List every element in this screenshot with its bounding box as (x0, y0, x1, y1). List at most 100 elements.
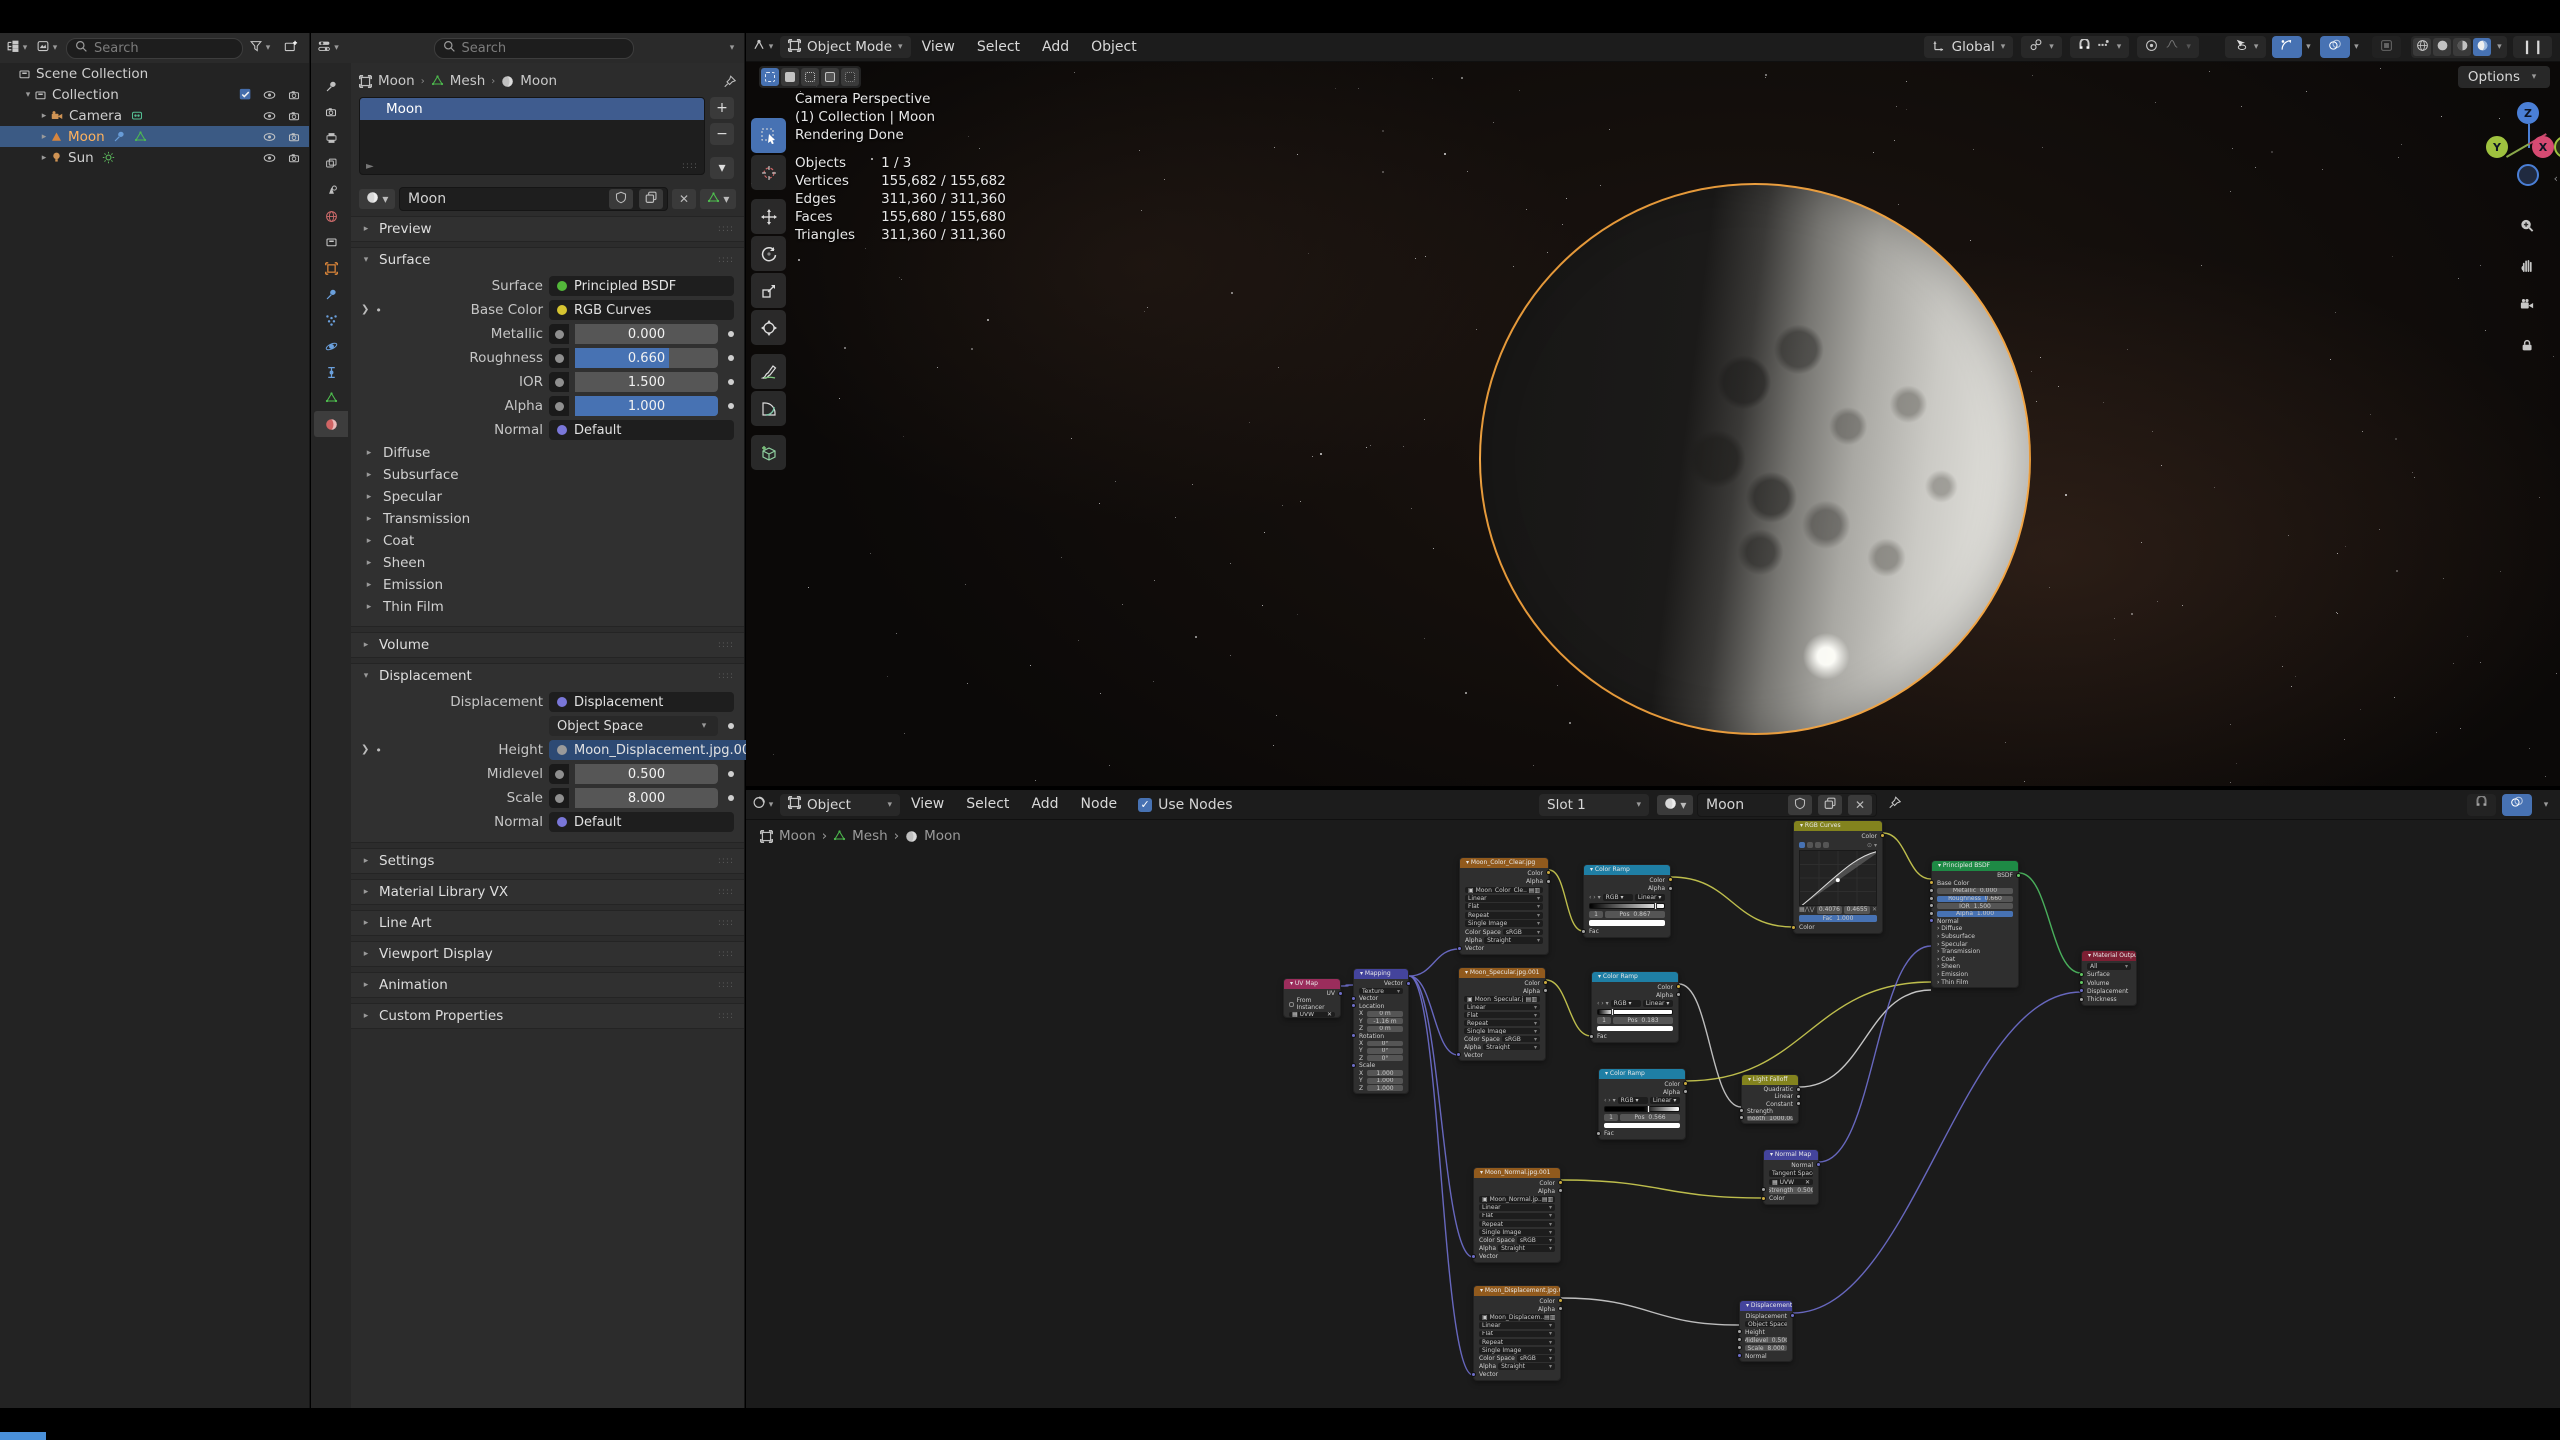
node-value-slider[interactable]: Metallic 0.000 (1937, 887, 2013, 895)
tab-material[interactable] (314, 411, 348, 437)
shader-editor-type-dropdown[interactable]: ▾ (752, 794, 776, 816)
shader-canvas[interactable]: Moon › Mesh › Moon ▾ UV Map UV From Instancer ▦… (746, 820, 2560, 1408)
tool-transform[interactable] (751, 310, 786, 345)
overlays-dropdown[interactable]: ▾ (2350, 42, 2362, 52)
panel-header[interactable]: ▾ Surface:::: (351, 248, 744, 272)
node-value-slider[interactable]: -1.16 m (1367, 1018, 1403, 1025)
viewport-editor-type-dropdown[interactable]: ▾ (752, 36, 776, 58)
node-select[interactable]: Repeat ▾ (1479, 1338, 1555, 1346)
animate-dot[interactable] (728, 795, 734, 801)
property-slider[interactable]: 1.500 (575, 372, 718, 392)
new-collection-button[interactable] (279, 37, 303, 59)
animate-dot[interactable] (728, 379, 734, 385)
colorramp-gradient[interactable] (1589, 902, 1665, 911)
panel-header[interactable]: ▸ Custom Properties:::: (351, 1004, 744, 1028)
tab-particles[interactable] (314, 307, 348, 333)
node-field[interactable]: ▦ UVW ✕ (1769, 1178, 1813, 1186)
colorramp-gradient[interactable] (1597, 1008, 1673, 1016)
panel-grip[interactable]: :::: (718, 949, 734, 959)
colorramp-color-swatch[interactable] (1597, 1025, 1673, 1032)
select-invert-button[interactable] (821, 68, 839, 86)
node-header[interactable]: ▾ Moon_Specular.jpg.001 (1459, 968, 1545, 978)
node-select[interactable]: Repeat ▾ (1465, 911, 1543, 919)
add-slot-button[interactable]: + (710, 97, 734, 119)
breadcrumb-item[interactable]: Moon (520, 73, 557, 89)
properties-search-input[interactable]: Search (433, 37, 634, 59)
node-uv-map[interactable]: ▾ UV Map UV From Instancer ▦ UVW ✕ (1283, 978, 1343, 1018)
shader-menu-node[interactable]: Node (1070, 790, 1129, 819)
panel-grip[interactable]: :::: (718, 255, 734, 265)
node-displacement[interactable]: ▾ DisplacementDisplacementObject Space▾H… (1737, 1300, 1795, 1362)
property-field[interactable]: Displacement (549, 692, 734, 712)
panel-grip[interactable]: :::: (718, 918, 734, 928)
node-color-ramp-3[interactable]: ▾ Color Ramp Color Alpha ‹ › ▾ RGB ▾ Linear ▾… (1596, 1068, 1688, 1140)
property-field[interactable]: Principled BSDF (549, 276, 734, 296)
node-light-falloff[interactable]: ▾ Light Falloff Quadratic Linear Constant St… (1739, 1074, 1801, 1124)
node-image-field[interactable]: ▣ Moon_Normal.jp.. ▤▥ (1479, 1196, 1555, 1203)
node-header[interactable]: ▾ Color Ramp (1592, 972, 1678, 982)
disable-render-toggle[interactable] (287, 110, 301, 122)
node-select[interactable]: Straight ▾ (1483, 1043, 1540, 1051)
tab-scene[interactable] (314, 177, 348, 203)
menu-add[interactable]: Add (1031, 33, 1080, 62)
panel-grip[interactable]: :::: (718, 980, 734, 990)
subpanel-subsurface[interactable]: ▸ Subsurface (361, 464, 734, 486)
node-select[interactable]: sRGB ▾ (1502, 928, 1543, 936)
node-value-slider[interactable]: 1.000 (1367, 1077, 1403, 1084)
options-button[interactable]: Options ▾ (2457, 66, 2550, 88)
node-value-slider[interactable]: Strength 0.500 (1769, 1187, 1813, 1194)
colorramp-stop[interactable] (1654, 902, 1658, 911)
shading-wireframe-button[interactable] (2413, 38, 2432, 56)
node-image-field[interactable]: ▣ Moon_Specular.j ▤▥ (1464, 995, 1540, 1003)
node-header[interactable]: ▾ Material Output (2082, 951, 2136, 961)
node-select[interactable]: Straight ▾ (1498, 1245, 1555, 1252)
select-intersect-button[interactable] (841, 68, 859, 86)
node-value-slider[interactable]: 1.000 (1367, 1085, 1403, 1092)
outliner-filter-dropdown[interactable]: ▾ (249, 37, 273, 59)
shader-menu-add[interactable]: Add (1020, 790, 1069, 819)
animate-dot[interactable] (728, 723, 734, 729)
subpanel-diffuse[interactable]: ▸ Diffuse (361, 442, 734, 464)
disable-render-toggle[interactable] (287, 131, 301, 143)
pin-icon[interactable] (1883, 794, 1907, 816)
property-select[interactable]: Object Space ▾ (549, 716, 718, 736)
node-mapping[interactable]: ▾ Mapping Vector Texture ▾ Vector Location X 0 … (1351, 968, 1411, 1094)
breadcrumb-item[interactable]: Moon (378, 73, 415, 89)
viewport-3d[interactable]: ▾ Object Mode ▾ View Select Add Object Globa… (746, 33, 2560, 786)
panel-header[interactable]: ▸ Material Library VX:::: (351, 880, 744, 904)
snap-dropdown[interactable]: ▾ (2069, 36, 2130, 58)
select-set-button[interactable] (761, 68, 779, 86)
node-select[interactable]: Linear ▾ (1464, 1003, 1540, 1011)
node-select[interactable]: Straight ▾ (1484, 937, 1543, 944)
colorramp-gradient[interactable] (1604, 1105, 1680, 1113)
property-field[interactable]: Default (549, 420, 734, 440)
property-slider[interactable]: 0.000 (575, 324, 718, 344)
properties-editor-type-dropdown[interactable]: ▾ (317, 37, 341, 59)
mesh-link-dropdown[interactable]: ▾ (700, 189, 736, 209)
node-select[interactable]: Flat ▾ (1464, 1011, 1540, 1019)
gizmo-y-axis[interactable]: Y (2486, 136, 2508, 158)
checkbox-icon[interactable] (239, 88, 252, 101)
node-header[interactable]: ▾ Color Ramp (1584, 865, 1670, 875)
menu-object[interactable]: Object (1080, 33, 1148, 62)
node-select[interactable]: Flat ▾ (1479, 1330, 1555, 1338)
xray-toggle[interactable] (2372, 36, 2402, 58)
subpanel-coat[interactable]: ▸ Coat (361, 530, 734, 552)
node-fac-slider[interactable]: Fac 1.000 (1799, 915, 1877, 923)
panel-grip[interactable]: :::: (718, 1011, 734, 1021)
tool-scale[interactable] (751, 273, 786, 308)
shading-rendered-button[interactable] (2473, 38, 2492, 56)
node-select[interactable]: sRGB ▾ (1516, 1355, 1555, 1362)
outliner-editor-type-dropdown[interactable]: ▾ (6, 37, 30, 59)
disable-render-toggle[interactable] (287, 152, 301, 164)
node-select[interactable]: Flat ▾ (1465, 903, 1543, 911)
node-select[interactable]: Texture ▾ (1359, 988, 1403, 995)
tab-modifiers[interactable] (314, 281, 348, 307)
outliner-row-camera[interactable]: ▸ Camera (0, 105, 309, 126)
hide-viewport-toggle[interactable] (262, 110, 277, 122)
node-header[interactable]: ▾ Light Falloff (1742, 1075, 1798, 1085)
node-select[interactable]: Single Image ▾ (1464, 1027, 1540, 1035)
copy-material-button[interactable] (639, 189, 663, 209)
select-subtract-button[interactable] (801, 68, 819, 86)
transform-orientation-dropdown[interactable]: Global ▾ (1923, 36, 2014, 58)
